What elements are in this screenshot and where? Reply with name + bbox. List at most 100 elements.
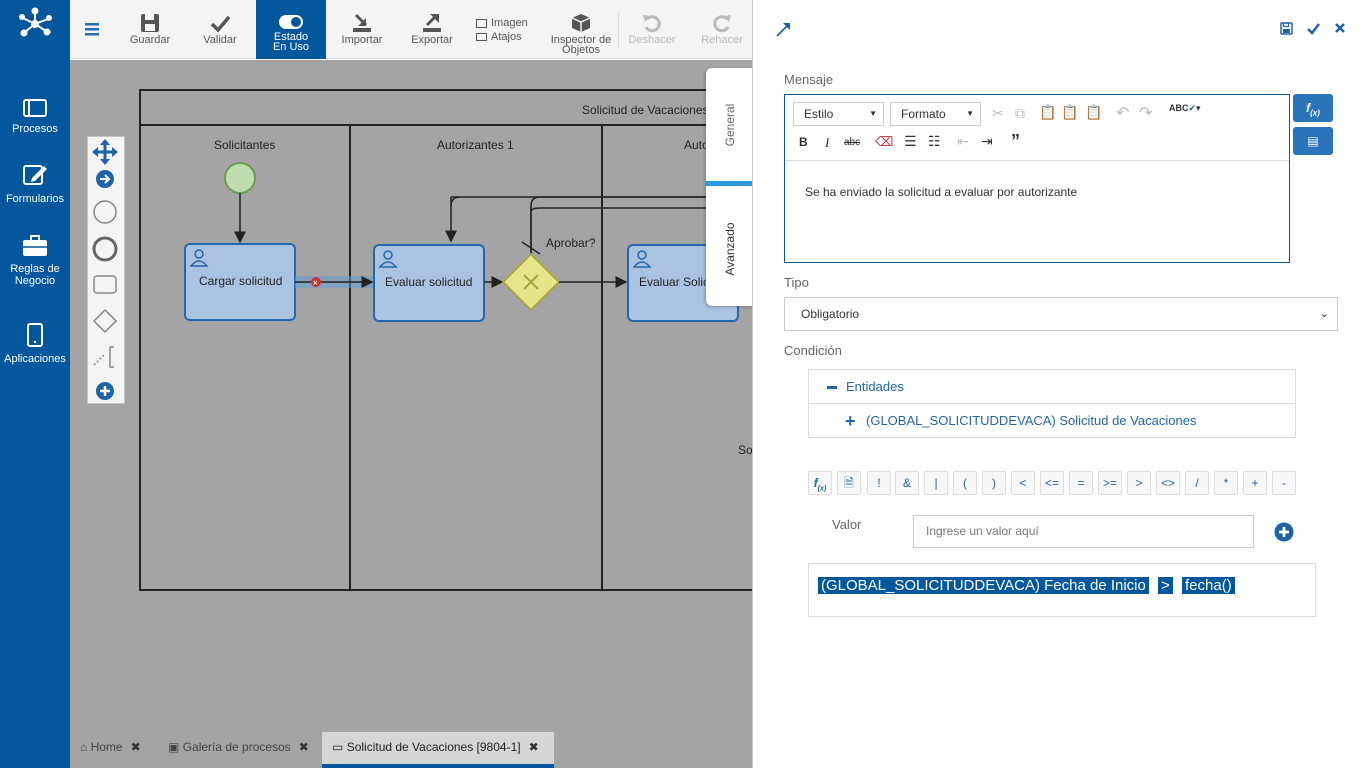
tree-node-solicitud[interactable]: + (GLOBAL_SOLICITUDDEVACA) Solicitud de … xyxy=(809,404,1295,438)
operator-button[interactable]: = xyxy=(1069,471,1093,495)
operator-button[interactable]: ( xyxy=(953,471,977,495)
redo-icon[interactable]: ↷ xyxy=(1139,103,1152,123)
shortcuts-button[interactable]: Atajos xyxy=(476,31,522,43)
rich-text-editor[interactable]: Estilo ▼ Formato ▼ ✂ ⧉ 📋 📋 📋 ↶ ↷ ABC✔▾ B I… xyxy=(784,94,1290,263)
close-icon[interactable]: ✖ xyxy=(299,740,309,754)
strikethrough-icon[interactable]: abc xyxy=(844,137,860,148)
import-label: Importar xyxy=(341,34,383,46)
paste-word-icon[interactable]: 📋 xyxy=(1085,104,1102,121)
partial-label: So xyxy=(738,443,752,457)
blockquote-icon[interactable]: ” xyxy=(1011,131,1020,152)
field-button[interactable]: ▤ xyxy=(1293,127,1333,155)
tab-galeria[interactable]: ▣ Galería de procesos ✖ xyxy=(158,732,318,768)
operator-button[interactable]: > xyxy=(1127,471,1151,495)
nav-item-formularios[interactable]: Formularios xyxy=(0,162,70,205)
bold-icon[interactable]: B xyxy=(799,135,808,149)
tree-node-entidades[interactable]: Entidades xyxy=(809,370,1295,404)
tab-general[interactable]: General xyxy=(706,68,753,186)
nav-item-aplicaciones[interactable]: Aplicaciones xyxy=(0,322,70,365)
paste-text-icon[interactable]: 📋 xyxy=(1061,104,1078,121)
condition-expression[interactable]: (GLOBAL_SOLICITUDDEVACA) Fecha de Inicio… xyxy=(808,563,1316,617)
operator-button[interactable]: * xyxy=(1214,471,1238,495)
save-button[interactable]: Guardar xyxy=(120,0,180,59)
expression-token[interactable]: > xyxy=(1158,577,1173,594)
remove-format-icon[interactable]: ⌫ xyxy=(875,134,893,150)
tipo-label: Tipo xyxy=(784,275,809,290)
nav-item-procesos[interactable]: Procesos xyxy=(0,98,70,135)
task-tool-icon[interactable] xyxy=(93,275,117,294)
editor-content[interactable]: Se ha enviado la solicitud a evaluar por… xyxy=(805,185,1077,199)
operator-button[interactable]: / xyxy=(1185,471,1209,495)
function-button[interactable]: f(x) xyxy=(1293,94,1333,122)
redo-button[interactable]: Rehacer xyxy=(694,0,750,59)
operator-button[interactable]: & xyxy=(895,471,919,495)
collapse-icon[interactable] xyxy=(827,386,837,389)
valor-placeholder: Ingrese un valor aquí xyxy=(926,524,1039,538)
menu-button[interactable] xyxy=(80,0,104,59)
validate-button[interactable]: Validar xyxy=(190,0,250,59)
italic-icon[interactable]: I xyxy=(825,135,829,151)
operator-button[interactable]: - xyxy=(1272,471,1296,495)
pool-title: Solicitud de Vacaciones xyxy=(582,103,709,117)
script-operator-button[interactable]: 🗎 xyxy=(837,471,861,495)
add-tool-icon[interactable] xyxy=(96,382,114,400)
cube-icon xyxy=(571,14,591,32)
image-button[interactable]: Imagen xyxy=(476,17,528,29)
connector-tool-icon[interactable] xyxy=(96,170,114,188)
close-icon[interactable]: ✖ xyxy=(131,740,141,754)
tab-avanzado[interactable]: Avanzado xyxy=(706,191,753,306)
nav-item-reglas[interactable]: Reglas de Negocio xyxy=(0,234,70,287)
undo-icon[interactable]: ↶ xyxy=(1116,103,1129,123)
expression-token[interactable]: fecha() xyxy=(1182,577,1235,594)
end-event-tool-icon[interactable] xyxy=(92,236,118,262)
copy-icon[interactable]: ⧉ xyxy=(1015,105,1025,122)
move-tool-icon[interactable] xyxy=(92,139,118,165)
gateway-tool-icon[interactable] xyxy=(92,308,118,334)
function-operator-button[interactable]: f(x) xyxy=(808,471,832,495)
spellcheck-icon[interactable]: ABC✔▾ xyxy=(1169,103,1201,114)
tab-home[interactable]: ⌂ Home ✖ xyxy=(70,732,154,768)
operator-button[interactable]: >= xyxy=(1098,471,1122,495)
operator-button[interactable]: ! xyxy=(867,471,891,495)
state-in-use-button[interactable]: Estado En Uso xyxy=(256,0,326,59)
tipo-select[interactable]: Obligatorio ⌄ xyxy=(784,297,1338,331)
diagram-canvas[interactable]: Solicitud de Vacaciones Solicitantes Aut… xyxy=(70,60,752,732)
expand-icon[interactable]: + xyxy=(845,404,856,438)
image-shortcuts-group: Imagen Atajos xyxy=(472,0,538,59)
expression-token[interactable]: (GLOBAL_SOLICITUDDEVACA) Fecha de Inicio xyxy=(818,577,1149,594)
operator-button[interactable]: | xyxy=(924,471,948,495)
format-select[interactable]: Formato ▼ xyxy=(890,102,981,126)
paste-icon[interactable]: 📋 xyxy=(1039,104,1056,121)
operator-button[interactable]: < xyxy=(1011,471,1035,495)
object-inspector-button[interactable]: Inspector de Objetos xyxy=(546,0,616,59)
valor-input[interactable]: Ingrese un valor aquí xyxy=(913,515,1254,548)
bullet-list-icon[interactable]: ☷ xyxy=(928,133,941,150)
close-icon[interactable]: ✖ xyxy=(529,740,539,754)
check-icon[interactable] xyxy=(1307,22,1320,35)
cut-icon[interactable]: ✂ xyxy=(992,105,1004,122)
operator-button[interactable]: ) xyxy=(982,471,1006,495)
save-icon[interactable] xyxy=(1280,22,1293,35)
import-button[interactable]: Importar xyxy=(332,0,392,59)
outdent-icon[interactable]: ⇤ xyxy=(957,133,969,150)
export-label: Exportar xyxy=(411,34,453,46)
expand-icon[interactable] xyxy=(775,20,793,38)
add-value-icon[interactable] xyxy=(1274,522,1294,542)
annotation-tool-icon[interactable] xyxy=(93,346,114,368)
tab-solicitud[interactable]: ▭ Solicitud de Vacaciones [9804-1] ✖ xyxy=(322,732,554,768)
operator-button[interactable]: + xyxy=(1243,471,1267,495)
close-icon[interactable] xyxy=(1334,22,1346,34)
operator-button[interactable]: <> xyxy=(1156,471,1180,495)
operator-button[interactable]: <= xyxy=(1040,471,1064,495)
condicion-label: Condición xyxy=(784,343,842,358)
undo-button[interactable]: Deshacer xyxy=(624,0,680,59)
style-select[interactable]: Estilo ▼ xyxy=(793,102,884,126)
tab-general-label: General xyxy=(722,103,737,146)
numbered-list-icon[interactable]: ☰ xyxy=(904,133,917,150)
export-button[interactable]: Exportar xyxy=(402,0,462,59)
logo-icon[interactable] xyxy=(17,4,53,40)
start-event[interactable] xyxy=(224,162,256,194)
start-event-tool-icon[interactable] xyxy=(93,200,117,224)
indent-icon[interactable]: ⇥ xyxy=(981,133,993,150)
document-icon: 🗎 xyxy=(844,476,854,490)
